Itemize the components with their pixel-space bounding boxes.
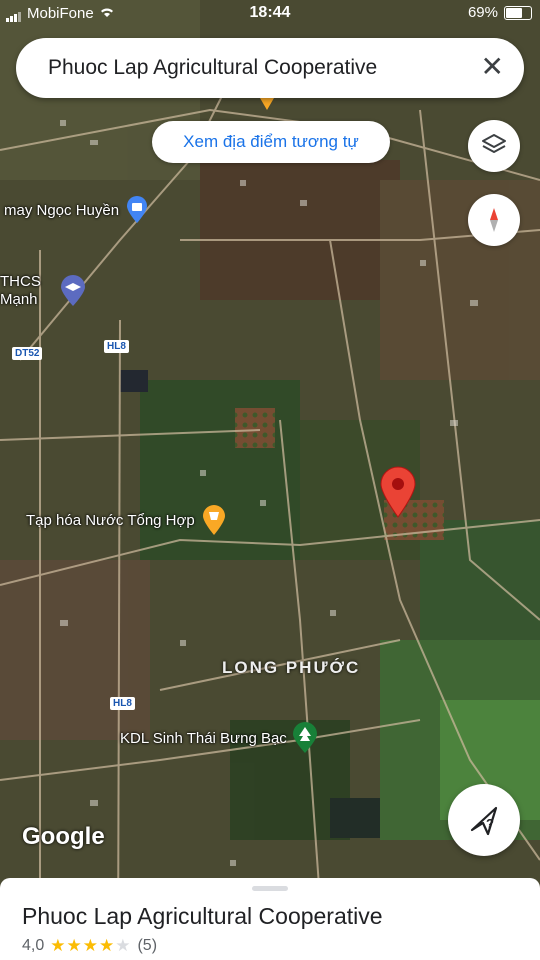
poi-grocery-label: Tạp hóa Nước Tổng Hợp <box>26 511 195 529</box>
shopping-bag-icon <box>127 196 148 223</box>
poi-school[interactable]: THCS Mạnh <box>0 273 87 309</box>
star-rating-icon: ★★★★★ <box>50 936 132 955</box>
tree-icon <box>292 722 317 753</box>
google-logo: Google <box>22 823 105 850</box>
layers-button[interactable] <box>468 120 520 172</box>
similar-places-chip[interactable]: Xem địa điểm tương tự <box>152 121 390 163</box>
poi-grocery[interactable]: Tạp hóa Nước Tổng Hợp <box>26 504 227 536</box>
road-shield-hl8-top: HL8 <box>104 340 129 353</box>
compass-icon <box>490 208 498 232</box>
battery-group: 69% <box>468 4 532 21</box>
rating-value: 4,0 <box>22 937 45 954</box>
status-time: 18:44 <box>249 4 291 21</box>
poi-park-label: KDL Sinh Thái Bưng Bạc <box>120 729 287 747</box>
place-sheet[interactable]: Phuoc Lap Agricultural Cooperative 4,0 ★… <box>0 878 540 960</box>
orange-poi-icon[interactable] <box>259 96 275 110</box>
poi-school-label-line1: THCS <box>0 273 41 290</box>
directions-button[interactable]: ? <box>448 784 520 856</box>
poi-park[interactable]: KDL Sinh Thái Bưng Bạc <box>120 722 319 754</box>
svg-text:?: ? <box>486 816 494 831</box>
location-pin-icon[interactable] <box>379 466 417 518</box>
poi-school-label-line2: Mạnh <box>0 291 38 308</box>
sheet-drag-handle[interactable] <box>252 886 288 891</box>
road-shield-hl8-bottom: HL8 <box>110 697 135 710</box>
close-icon[interactable]: ✕ <box>481 52 504 82</box>
review-count: (5) <box>137 937 158 954</box>
battery-percent: 69% <box>467 4 498 21</box>
place-title: Phuoc Lap Agricultural Cooperative <box>22 903 383 929</box>
poi-shop-label: may Ngọc Huyền <box>4 201 120 219</box>
status-bar: MobiFone 18:44 69% <box>0 0 540 28</box>
battery-icon <box>504 5 532 20</box>
search-bar[interactable]: Phuoc Lap Agricultural Cooperative ✕ <box>16 38 524 98</box>
cup-icon <box>202 505 225 535</box>
place-rating[interactable]: 4,0 ★★★★★ (5) <box>22 936 157 956</box>
road-shield-dt52: DT52 <box>12 347 43 360</box>
compass-button[interactable] <box>468 194 520 246</box>
battery-fill <box>506 7 523 18</box>
search-query[interactable]: Phuoc Lap Agricultural Cooperative <box>48 56 428 80</box>
area-label: LONG PHƯỚC <box>222 658 361 677</box>
poi-shop[interactable]: may Ngọc Huyền <box>4 196 149 224</box>
directions-icon: ? <box>470 806 498 836</box>
school-icon <box>60 275 85 306</box>
layers-icon <box>482 134 506 153</box>
